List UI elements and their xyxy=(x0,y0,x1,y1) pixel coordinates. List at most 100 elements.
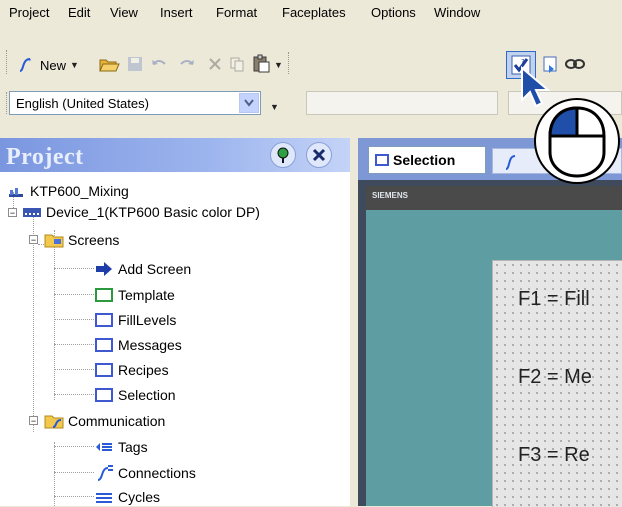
tree-item-device-label: Device_1(KTP600 Basic color DP) xyxy=(46,204,260,220)
siemens-logo: SIEMENS xyxy=(372,191,409,200)
tree-item-recipes[interactable]: Recipes xyxy=(94,359,169,381)
f1-text: F1 = Fill xyxy=(518,288,590,310)
link-button[interactable] xyxy=(564,54,586,74)
svg-text:?: ? xyxy=(521,58,525,66)
tree-item-template[interactable]: Template xyxy=(94,284,175,306)
device-icon xyxy=(22,204,42,220)
tree-item-screens[interactable]: Screens xyxy=(44,229,119,251)
tab-selection-label: Selection xyxy=(393,152,456,168)
tree-item-recipes-label: Recipes xyxy=(118,362,169,378)
tree-item-selection[interactable]: Selection xyxy=(94,384,176,406)
toolbar-grip[interactable] xyxy=(6,50,10,74)
project-panel-title: Project xyxy=(6,144,84,170)
paste-button[interactable] xyxy=(250,54,272,74)
pin-button[interactable] xyxy=(270,142,296,168)
tree-item-tags[interactable]: Tags xyxy=(94,436,148,458)
tree-item-add-screen[interactable]: Add Screen xyxy=(94,258,191,280)
menu-bar: Project Edit View Insert Format Faceplat… xyxy=(0,0,622,26)
svg-text:*: * xyxy=(28,57,32,65)
link-icon xyxy=(565,59,585,69)
project-panel-header: Project xyxy=(0,138,350,172)
folder-screens-icon xyxy=(44,232,64,248)
f2-text: F2 = Me xyxy=(518,366,592,388)
new-button[interactable]: * New ▼ xyxy=(16,54,79,76)
open-folder-icon xyxy=(99,59,120,72)
tree-item-add-screen-label: Add Screen xyxy=(118,261,192,277)
tags-icon xyxy=(94,439,114,455)
tree-item-cycles-label: Cycles xyxy=(118,489,161,505)
menu-insert[interactable]: Insert xyxy=(160,5,193,20)
save-button[interactable] xyxy=(124,54,146,74)
copy-icon xyxy=(230,57,244,72)
menu-faceplates[interactable]: Faceplates xyxy=(282,5,346,20)
property-field-1[interactable] xyxy=(306,91,498,115)
tree-item-messages-label: Messages xyxy=(118,337,182,353)
tree-item-communication[interactable]: Communication xyxy=(44,410,165,432)
tree-line xyxy=(54,369,94,370)
connections-icon xyxy=(94,465,114,481)
open-button[interactable] xyxy=(98,54,120,74)
tree-item-filllevels-label: FillLevels xyxy=(118,312,177,328)
delete-button[interactable] xyxy=(204,54,226,74)
tree-item-connections[interactable]: Connections xyxy=(94,462,196,484)
menu-options[interactable]: Options xyxy=(371,5,416,20)
tree-item-messages[interactable]: Messages xyxy=(94,334,182,356)
language-select-value: English (United States) xyxy=(16,96,149,111)
screen-icon xyxy=(94,387,114,403)
toolbar2-dropdown-arrow[interactable]: ▼ xyxy=(270,102,279,112)
tree-line xyxy=(54,472,94,473)
panel-splitter[interactable] xyxy=(350,138,358,506)
toolbar-separator xyxy=(288,52,292,74)
menu-window[interactable]: Window xyxy=(434,5,480,20)
tree-line xyxy=(54,230,55,400)
mouse-click-indicator xyxy=(534,98,620,184)
close-icon xyxy=(312,148,326,162)
tree-line xyxy=(54,268,94,269)
tree-item-project-label: KTP600_Mixing xyxy=(30,183,129,199)
delete-icon xyxy=(209,58,221,70)
tab-selection[interactable]: Selection xyxy=(368,146,486,174)
screen-icon xyxy=(94,337,114,353)
new-dropdown-arrow[interactable]: ▼ xyxy=(70,60,79,70)
menu-project[interactable]: Project xyxy=(9,5,49,20)
project-tree: KTP600_Mixing − Device_1(KTP600 Basic co… xyxy=(0,172,350,506)
menu-view[interactable]: View xyxy=(110,5,138,20)
add-screen-arrow-icon xyxy=(94,261,114,277)
screen-icon xyxy=(94,362,114,378)
chevron-down-icon[interactable] xyxy=(239,93,259,113)
tree-line xyxy=(54,319,94,320)
pin-icon xyxy=(277,147,289,163)
f3-text: F3 = Re xyxy=(518,444,590,466)
tree-item-tags-label: Tags xyxy=(118,439,148,455)
cut-button[interactable] xyxy=(226,54,248,74)
close-panel-button[interactable] xyxy=(306,142,332,168)
tree-item-device[interactable]: Device_1(KTP600 Basic color DP) xyxy=(22,201,260,223)
tree-item-selection-label: Selection xyxy=(118,387,176,403)
tree-item-project[interactable]: KTP600_Mixing xyxy=(6,180,129,202)
template-screen-icon xyxy=(94,287,114,303)
screen-icon xyxy=(94,312,114,328)
paste-dropdown-arrow[interactable]: ▼ xyxy=(274,60,283,70)
tree-line xyxy=(54,344,94,345)
tree-item-screens-label: Screens xyxy=(68,232,120,248)
new-button-label: New xyxy=(40,57,67,73)
tree-item-communication-label: Communication xyxy=(68,413,166,429)
mouse-left-click-icon xyxy=(548,106,606,178)
redo-icon xyxy=(180,60,194,65)
save-icon xyxy=(128,57,142,71)
connections-icon xyxy=(505,155,516,170)
expander-communication[interactable]: − xyxy=(29,416,38,426)
language-select[interactable]: English (United States) xyxy=(9,91,261,115)
tree-item-cycles[interactable]: Cycles xyxy=(94,486,160,506)
tree-item-filllevels[interactable]: FillLevels xyxy=(94,309,176,331)
menu-edit[interactable]: Edit xyxy=(68,5,90,20)
menu-format[interactable]: Format xyxy=(216,5,257,20)
folder-communication-icon xyxy=(44,413,64,429)
redo-button[interactable] xyxy=(176,54,198,74)
paste-icon xyxy=(253,54,270,73)
expander-device[interactable]: − xyxy=(8,208,17,218)
undo-button[interactable] xyxy=(148,54,170,74)
tree-item-template-label: Template xyxy=(118,287,175,303)
tree-line xyxy=(54,496,94,497)
expander-screens[interactable]: − xyxy=(29,235,38,245)
